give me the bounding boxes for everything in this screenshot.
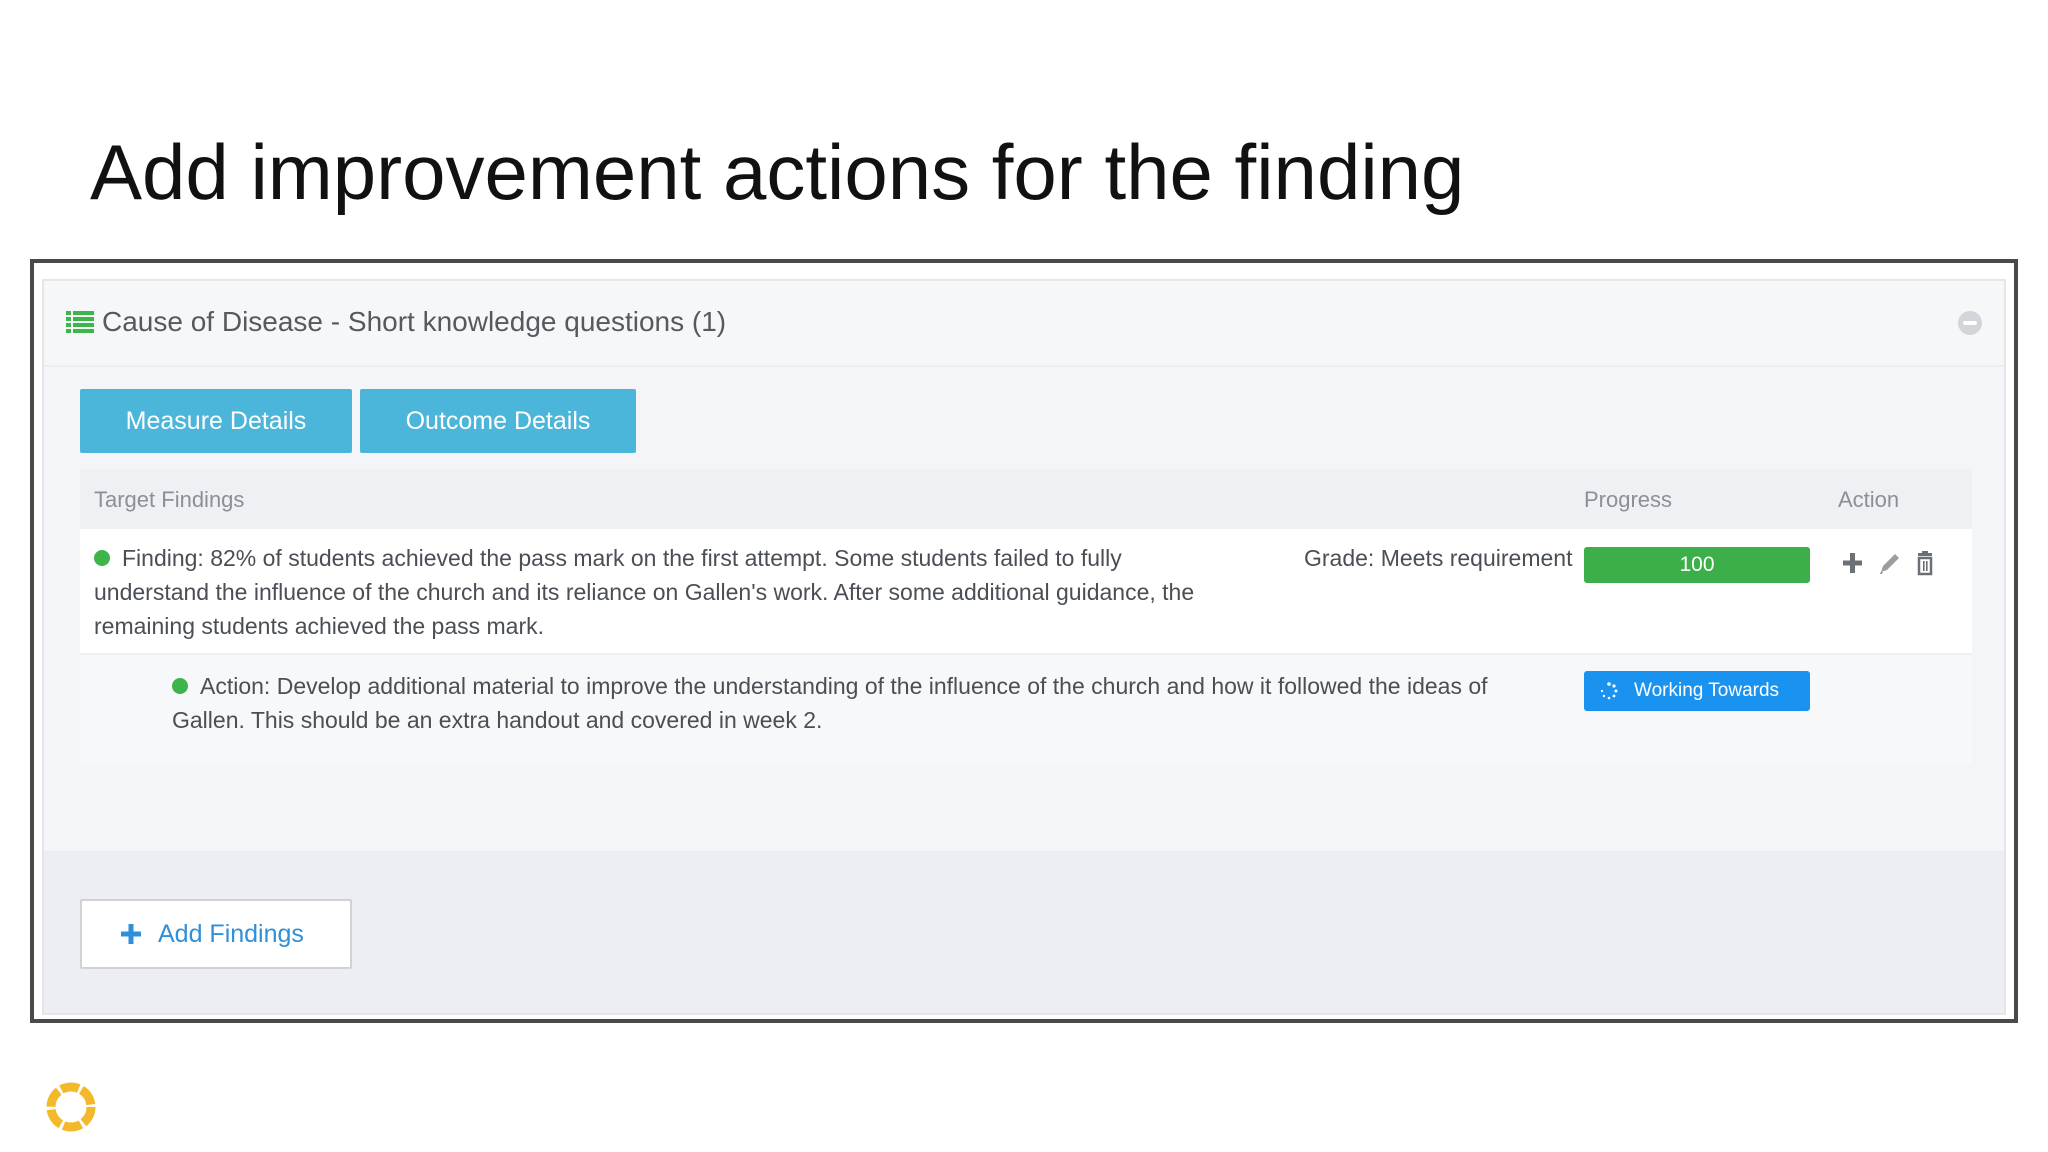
findings-table: Target Findings Progress Action Finding:… bbox=[80, 469, 1972, 763]
finding-grade: Grade: Meets requirement bbox=[1304, 545, 1573, 571]
panel-header: Cause of Disease - Short knowledge quest… bbox=[44, 281, 2004, 367]
improvement-action-cell: Action: Develop additional material to i… bbox=[172, 669, 1562, 737]
add-findings-button[interactable]: Add Findings bbox=[80, 899, 352, 969]
status-label: Working Towards bbox=[1634, 680, 1780, 701]
finding-row: Finding: 82% of students achieved the pa… bbox=[80, 529, 1972, 655]
progress-label: 100 bbox=[1679, 553, 1715, 576]
minus-circle-icon[interactable] bbox=[1958, 311, 1982, 335]
progress-bar: 100 bbox=[1584, 547, 1810, 583]
outcome-panel: Cause of Disease - Short knowledge quest… bbox=[42, 279, 2006, 1015]
improvement-action-text: Action: Develop additional material to i… bbox=[172, 673, 1488, 733]
column-header-progress: Progress bbox=[1584, 487, 1673, 512]
tab-outcome-details[interactable]: Outcome Details bbox=[360, 389, 636, 453]
add-findings-label: Add Findings bbox=[158, 920, 304, 948]
panel-footer: Add Findings bbox=[44, 851, 2004, 1013]
status-dot-icon bbox=[172, 677, 188, 694]
spinner-icon bbox=[1600, 682, 1618, 700]
slide: Add improvement actions for the finding … bbox=[0, 0, 2048, 1152]
slide-title: Add improvement actions for the finding bbox=[90, 128, 1465, 216]
brand-ring-logo-icon bbox=[46, 1082, 96, 1132]
plus-icon bbox=[121, 924, 141, 944]
panel-title: Cause of Disease - Short knowledge quest… bbox=[102, 306, 727, 337]
screenshot-frame: Cause of Disease - Short knowledge quest… bbox=[30, 259, 2018, 1023]
tab-measure-details[interactable]: Measure Details bbox=[80, 389, 352, 453]
plus-icon[interactable] bbox=[1840, 549, 1866, 577]
column-header-action: Action bbox=[1838, 487, 1900, 512]
list-icon bbox=[66, 311, 94, 333]
trash-icon[interactable] bbox=[1912, 549, 1938, 577]
finding-cell: Finding: 82% of students achieved the pa… bbox=[94, 541, 1234, 643]
status-badge-working-towards[interactable]: Working Towards bbox=[1584, 671, 1810, 711]
improvement-action-row: Action: Develop additional material to i… bbox=[80, 655, 1972, 763]
column-header-target-findings: Target Findings bbox=[94, 487, 245, 512]
status-dot-icon bbox=[94, 549, 110, 566]
finding-text: Finding: 82% of students achieved the pa… bbox=[94, 545, 1195, 639]
table-header: Target Findings Progress Action bbox=[80, 469, 1972, 529]
pencil-icon[interactable] bbox=[1876, 549, 1902, 577]
